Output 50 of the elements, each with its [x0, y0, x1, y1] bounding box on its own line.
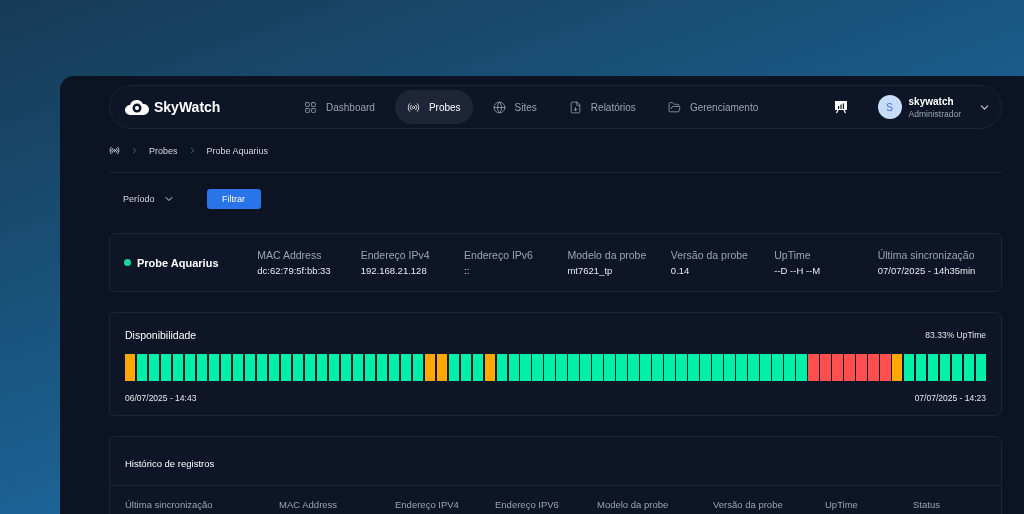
- user-role: Administrador: [908, 108, 961, 119]
- column-header: UpTime: [825, 499, 859, 510]
- field-label: UpTime: [774, 249, 812, 261]
- breadcrumb-link[interactable]: Probe Aquarius: [206, 145, 269, 156]
- presentation-chart-icon[interactable]: [833, 100, 848, 114]
- radio-signal-icon[interactable]: [109, 145, 120, 156]
- end-date: 07/07/2025 - 14:23: [914, 393, 986, 403]
- field-label: Última sincronização: [877, 249, 976, 261]
- field-value: --D --H --M: [774, 265, 822, 276]
- cloud-eye-logo-icon: [124, 98, 150, 116]
- period-dropdown[interactable]: Período: [123, 193, 175, 205]
- breadcrumb-link[interactable]: Probes: [149, 145, 178, 156]
- uptime-percentage: 83.33% UpTime: [925, 330, 986, 340]
- column-header: Última sincronização: [125, 499, 214, 510]
- radio-signal-icon: [406, 100, 420, 114]
- field-value: ::: [464, 265, 471, 276]
- filter-button[interactable]: Filtrar: [206, 189, 261, 209]
- column-header: Endereço IPV4: [395, 499, 460, 510]
- field-label: Modelo da probe: [567, 249, 648, 261]
- field-label: Endereço IPv4: [360, 249, 431, 261]
- nav-tab[interactable]: Probes: [394, 90, 473, 124]
- user-name: skywatch: [908, 95, 955, 107]
- column-header: Modelo da probe: [597, 499, 670, 510]
- chevron-right-icon: [130, 146, 139, 155]
- field-value: mt7621_tp: [567, 265, 614, 276]
- field-value: 192.168.21.128: [360, 265, 428, 276]
- card-title: Disponibilidade: [125, 329, 197, 341]
- user-avatar[interactable]: S: [877, 95, 902, 119]
- folder-icon: [667, 100, 681, 114]
- nav-tab[interactable]: Gerenciamento: [655, 90, 771, 124]
- probe-name: Probe Aquarius: [137, 256, 219, 269]
- field-label: Versão da probe: [670, 249, 749, 261]
- field-label: MAC Address: [257, 249, 323, 261]
- column-header: MAC Address: [279, 499, 339, 510]
- field-label: Endereço IPv6: [464, 249, 534, 261]
- nav-tab[interactable]: Relatórios: [556, 90, 648, 124]
- column-header: Versão da probe: [713, 499, 784, 510]
- field-value: 07/07/2025 - 14h35min: [877, 265, 977, 276]
- grid-icon: [304, 100, 317, 114]
- globe-icon: [492, 100, 506, 114]
- column-header: Status: [913, 499, 941, 510]
- start-date: 06/07/2025 - 14:43: [125, 393, 197, 403]
- column-header: Endereço IPV6: [495, 499, 560, 510]
- field-value: dc:62:79:5f:bb:33: [257, 265, 332, 276]
- field-value: 0.14: [670, 265, 691, 276]
- nav-tab[interactable]: Sites: [480, 90, 549, 124]
- nav-tab[interactable]: Dashboard: [292, 90, 387, 124]
- brand-name: SkyWatch: [154, 99, 221, 115]
- file-download-icon: [568, 100, 582, 114]
- card-title: Histórico de registros: [125, 458, 215, 469]
